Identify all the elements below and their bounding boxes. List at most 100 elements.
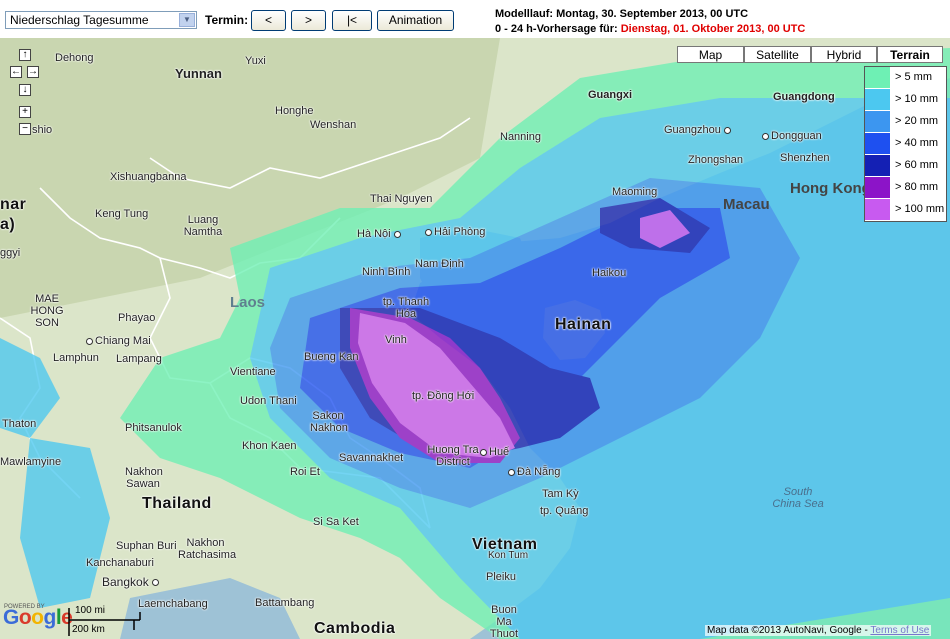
place-yunnan: Yunnan bbox=[175, 66, 222, 81]
legend-label: > 80 mm bbox=[895, 181, 939, 193]
pan-up-icon[interactable]: ↑ bbox=[19, 49, 31, 61]
prev-button[interactable]: < bbox=[251, 10, 286, 31]
legend-row: > 5 mm bbox=[865, 67, 946, 89]
forecast-date: Dienstag, 01. Oktober 2013, 00 UTC bbox=[620, 23, 806, 35]
animation-button[interactable]: Animation bbox=[377, 10, 454, 31]
place-hanoi: Hà Nội bbox=[357, 228, 403, 240]
map-type-satellite[interactable]: Satellite bbox=[744, 46, 811, 63]
scale-miles: 100 mi bbox=[75, 605, 106, 616]
place-nakhon-sawan: Nakhon Sawan bbox=[125, 466, 163, 490]
map-type-terrain[interactable]: Terrain bbox=[877, 46, 943, 63]
place-xishuangbanna: Xishuangbanna bbox=[110, 171, 187, 183]
place-roi-et: Roi Et bbox=[290, 466, 320, 478]
next-button[interactable]: > bbox=[291, 10, 326, 31]
place-bangkok: Bangkok bbox=[102, 575, 161, 589]
legend-swatch bbox=[865, 177, 890, 198]
place-yuxi: Yuxi bbox=[245, 55, 266, 67]
legend-label: > 100 mm bbox=[895, 203, 945, 215]
terms-of-use-link[interactable]: Terms of Use bbox=[870, 625, 929, 636]
city-dot bbox=[762, 132, 769, 140]
place-thai-nguyen: Thai Nguyen bbox=[370, 193, 433, 205]
place-cambodia: Cambodia bbox=[314, 620, 396, 637]
place-tam-ky: Tam Kỳ bbox=[542, 488, 579, 500]
city-dot bbox=[723, 126, 731, 134]
place-hainan: Hainan bbox=[555, 316, 612, 333]
place-si-sa-ket: Si Sa Ket bbox=[313, 516, 359, 528]
place-phitsanulok: Phitsanulok bbox=[125, 422, 182, 434]
place-shio: shio bbox=[32, 124, 53, 136]
place-bueng-kan: Bueng Kan bbox=[304, 351, 359, 363]
place-mawlamyine: Mawlamyine bbox=[0, 456, 62, 468]
city-dot bbox=[425, 228, 432, 236]
place-keng-tung: Keng Tung bbox=[95, 208, 149, 220]
legend-swatch bbox=[865, 67, 890, 88]
place-dongguan: Dongguan bbox=[762, 130, 822, 142]
legend-row: > 10 mm bbox=[865, 89, 946, 111]
place-dongguan-label: Dongguan bbox=[771, 130, 822, 142]
google-logo: Google bbox=[3, 606, 73, 629]
zoom-out-icon[interactable]: − bbox=[19, 123, 31, 135]
place-phayao: Phayao bbox=[118, 312, 156, 324]
pan-left-icon[interactable]: ← bbox=[10, 66, 22, 78]
place-shenzhen: Shenzhen bbox=[780, 152, 830, 164]
map-type-map[interactable]: Map bbox=[677, 46, 744, 63]
place-khon-kaen: Khon Kaen bbox=[242, 440, 297, 452]
place-mar: nar bbox=[0, 196, 27, 213]
place-zhongshan: Zhongshan bbox=[688, 154, 744, 166]
place-chiang-mai-label: Chiang Mai bbox=[95, 335, 151, 347]
place-haiphong-label: Hải Phòng bbox=[434, 226, 486, 238]
place-buon-ma-thuot: Buon Ma Thuot bbox=[489, 604, 519, 639]
place-mae-hong-son: MAE HONG SON bbox=[30, 293, 64, 329]
map-type-hybrid[interactable]: Hybrid bbox=[811, 46, 877, 63]
city-dot bbox=[393, 230, 401, 238]
city-dot bbox=[86, 337, 93, 345]
place-maoming: Maoming bbox=[612, 186, 658, 198]
map-canvas[interactable]: Dehong Yunnan Yuxi Honghe Wenshan Guangx… bbox=[0, 38, 950, 639]
toolbar: Niederschlag Tagesumme ▼ Termin: < > |< … bbox=[0, 0, 950, 38]
legend-swatch bbox=[865, 155, 890, 176]
place-dong-hoi: tp. Đồng Hới bbox=[412, 390, 475, 402]
legend-row: > 100 mm bbox=[865, 199, 946, 221]
place-sakon-nakhon: Sakon Nakhon bbox=[310, 410, 348, 434]
place-hue: Huế bbox=[480, 446, 509, 458]
place-hong-kong: Hong Kong bbox=[790, 180, 871, 197]
place-laos: Laos bbox=[230, 294, 266, 311]
pan-right-icon[interactable]: → bbox=[27, 66, 39, 78]
place-da-nang-label: Đà Nẵng bbox=[517, 466, 561, 478]
place-vientiane: Vientiane bbox=[230, 366, 276, 378]
legend-swatch bbox=[865, 133, 890, 154]
place-pleiku: Pleiku bbox=[486, 571, 516, 583]
termin-label: Termin: bbox=[205, 13, 249, 27]
place-hue-label: Huế bbox=[489, 446, 510, 458]
first-button[interactable]: |< bbox=[332, 10, 372, 31]
city-dot bbox=[152, 579, 160, 587]
place-udon-thani: Udon Thani bbox=[240, 395, 297, 407]
model-run-text: Modelllauf: Montag, 30. September 2013, … bbox=[495, 8, 749, 20]
variable-select-value: Niederschlag Tagesumme bbox=[10, 13, 149, 27]
place-south-china-sea: South China Sea bbox=[772, 486, 824, 510]
variable-select[interactable]: Niederschlag Tagesumme ▼ bbox=[5, 11, 197, 29]
place-laemchabang: Laemchabang bbox=[138, 598, 208, 610]
legend-label: > 20 mm bbox=[895, 115, 939, 127]
place-guangdong: Guangdong bbox=[773, 91, 835, 103]
place-dehong: Dehong bbox=[55, 52, 94, 64]
city-dot bbox=[508, 468, 515, 476]
pan-down-icon[interactable]: ↓ bbox=[19, 84, 31, 96]
forecast-text: 0 - 24 h-Vorhersage für: Dienstag, 01. O… bbox=[495, 23, 805, 35]
chevron-down-icon[interactable]: ▼ bbox=[179, 13, 195, 27]
zoom-in-icon[interactable]: + bbox=[19, 106, 31, 118]
attribution-text: Map data ©2013 AutoNavi, Google - bbox=[707, 625, 871, 636]
place-battambang: Battambang bbox=[255, 597, 315, 609]
forecast-prefix: 0 - 24 h-Vorhersage für: bbox=[495, 23, 621, 35]
place-da-nang: Đà Nẵng bbox=[508, 466, 560, 478]
place-guangzhou-label: Guangzhou bbox=[664, 124, 721, 136]
legend-row: > 60 mm bbox=[865, 155, 946, 177]
legend-label: > 40 mm bbox=[895, 137, 939, 149]
place-kanchanaburi: Kanchanaburi bbox=[86, 557, 154, 569]
place-haikou: Haikou bbox=[592, 267, 627, 279]
legend-label: > 5 mm bbox=[895, 71, 932, 83]
city-dot bbox=[480, 448, 487, 456]
legend-swatch bbox=[865, 89, 890, 110]
place-quang: tp. Quảng bbox=[540, 505, 589, 517]
place-kon-tum: Kon Tum bbox=[488, 550, 529, 561]
